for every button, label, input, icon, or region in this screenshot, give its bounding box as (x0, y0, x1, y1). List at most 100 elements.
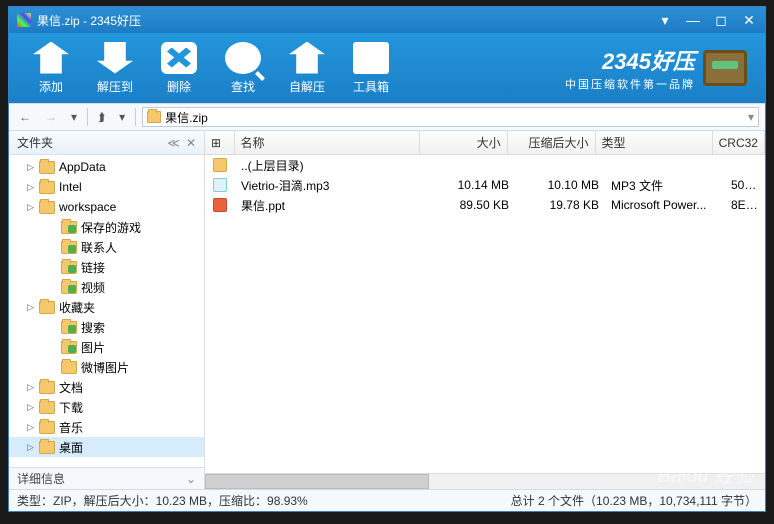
cell-name: ..(上层目录) (235, 157, 425, 174)
sidebar-footer[interactable]: 详细信息 ⌄ (9, 467, 204, 489)
folder-icon (39, 161, 55, 174)
address-text: 果信.zip (165, 109, 208, 126)
scrollbar-thumb[interactable] (205, 474, 429, 489)
cell-name: Vietrio-泪滴.mp3 (235, 177, 425, 194)
folder-icon (39, 401, 55, 414)
folder-icon (39, 181, 55, 194)
tree-item-label: 文档 (59, 379, 83, 396)
cell-packed: 19.78 KB (515, 198, 605, 212)
expand-icon[interactable]: ▷ (27, 442, 37, 453)
sidebar-footer-label: 详细信息 (17, 470, 65, 487)
brand-title: 2345好压 (565, 44, 695, 76)
col-icon[interactable]: ⊞ (205, 131, 235, 154)
col-size[interactable]: 大小 (420, 131, 508, 154)
extract-button[interactable]: 解压到 (83, 42, 147, 95)
file-row[interactable]: Vietrio-泪滴.mp3 10.14 MB 10.10 MB MP3 文件 … (205, 175, 765, 195)
expand-icon[interactable]: ▷ (27, 162, 37, 173)
search-button-icon (225, 42, 261, 74)
expand-icon[interactable]: ▷ (27, 402, 37, 413)
tree-item[interactable]: 保存的游戏 (9, 217, 204, 237)
add-button-label: 添加 (19, 78, 83, 95)
maximize-button[interactable]: ◻ (713, 12, 729, 29)
tree-item[interactable]: 链接 (9, 257, 204, 277)
col-type[interactable]: 类型 (596, 131, 713, 154)
nav-forward-button[interactable]: → (41, 108, 61, 126)
expand-icon[interactable]: ▷ (27, 202, 37, 213)
h-scrollbar[interactable] (205, 473, 765, 489)
file-row[interactable]: ..(上层目录) (205, 155, 765, 175)
folder-icon (61, 361, 77, 374)
cell-size: 10.14 MB (425, 178, 515, 192)
divider (135, 108, 136, 126)
expand-icon[interactable]: ▷ (27, 422, 37, 433)
file-pane: ⊞ 名称 大小 压缩后大小 类型 CRC32 ..(上层目录) Vietrio-… (205, 131, 765, 489)
add-button-icon (33, 42, 69, 74)
folder-icon (39, 201, 55, 214)
sidebar: 文件夹 ≪ ✕ ▷ AppData ▷Intel▷workspace保存的游戏联系人… (9, 131, 205, 489)
delete-button[interactable]: 删除 (147, 42, 211, 95)
search-button[interactable]: 查找 (211, 42, 275, 95)
sidebar-header: 文件夹 ≪ ✕ (9, 131, 204, 155)
tree-item[interactable]: ▷桌面 (9, 437, 204, 457)
tree-item[interactable]: ▷ 音乐 (9, 417, 204, 437)
nav-dropdown-button[interactable]: ▾ (67, 108, 81, 126)
tree-item[interactable]: ▷收藏夹 (9, 297, 204, 317)
minimize-button[interactable]: — (685, 12, 701, 29)
tree-item[interactable]: 联系人 (9, 237, 204, 257)
file-icon-cell (205, 178, 235, 192)
cell-crc: 8E09 (725, 198, 765, 212)
folder-icon (39, 301, 55, 314)
cell-packed: 10.10 MB (515, 178, 605, 192)
status-bar: 类型：ZIP，解压后大小：10.23 MB，压缩比：98.93% 总计 2 个文… (9, 489, 765, 511)
titlebar[interactable]: 果信.zip - 2345好压 ▾ — ◻ ✕ (9, 7, 765, 33)
tree-item[interactable]: ▷workspace (9, 197, 204, 217)
col-name[interactable]: 名称 (235, 131, 420, 154)
col-crc[interactable]: CRC32 (713, 131, 765, 154)
divider (87, 108, 88, 126)
address-dropdown-icon[interactable]: ▾ (748, 110, 754, 124)
pin-icon[interactable]: ≪ (167, 136, 180, 150)
folder-icon (61, 241, 77, 254)
file-icon-cell (205, 158, 235, 172)
close-button[interactable]: ✕ (741, 12, 757, 29)
navbar: ← → ▾ ⮭ ▾ 果信.zip ▾ (9, 103, 765, 131)
tree-item-label: 音乐 (59, 419, 83, 436)
col-packed[interactable]: 压缩后大小 (508, 131, 596, 154)
extract-button-icon (97, 42, 133, 74)
tree-item[interactable]: ▷Intel (9, 177, 204, 197)
folder-icon (61, 261, 77, 274)
brand: 2345好压 中国压缩软件第一品牌 (565, 44, 755, 92)
brand-sub: 中国压缩软件第一品牌 (565, 76, 695, 92)
toolbox-button[interactable]: 工具箱 (339, 42, 403, 95)
tree-item[interactable]: 微博图片 (9, 357, 204, 377)
brand-box-icon (703, 50, 747, 86)
tree-item[interactable]: ▷ AppData (9, 157, 204, 177)
tree-item[interactable]: 图片 (9, 337, 204, 357)
app-window: 果信.zip - 2345好压 ▾ — ◻ ✕ 添加解压到删除查找自解压工具箱 … (8, 6, 766, 512)
tree-item[interactable]: ▷下载 (9, 397, 204, 417)
expand-icon[interactable]: ▷ (27, 382, 37, 393)
dropdown-icon[interactable]: ▾ (657, 12, 673, 29)
expand-icon[interactable]: ▷ (27, 182, 37, 193)
tree-item[interactable]: 视频 (9, 277, 204, 297)
tree-item[interactable]: ▷ 文档 (9, 377, 204, 397)
mp3-icon (213, 178, 227, 192)
file-row[interactable]: 果信.ppt 89.50 KB 19.78 KB Microsoft Power… (205, 195, 765, 215)
cell-crc: 504C (725, 178, 765, 192)
nav-up-dropdown[interactable]: ▾ (115, 108, 129, 126)
delete-button-label: 删除 (147, 78, 211, 95)
tree-item-label: 图片 (81, 339, 105, 356)
tree-item[interactable]: 搜索 (9, 317, 204, 337)
expand-icon[interactable]: ▷ (27, 302, 37, 313)
add-button[interactable]: 添加 (19, 42, 83, 95)
nav-back-button[interactable]: ← (15, 108, 35, 126)
extract-button-label: 解压到 (83, 78, 147, 95)
tree-item-label: AppData (59, 160, 106, 174)
sfx-button[interactable]: 自解压 (275, 42, 339, 95)
close-panel-icon[interactable]: ✕ (186, 136, 196, 150)
nav-up-button[interactable]: ⮭ (94, 108, 109, 127)
file-list[interactable]: ..(上层目录) Vietrio-泪滴.mp3 10.14 MB 10.10 M… (205, 155, 765, 473)
address-bar[interactable]: 果信.zip ▾ (142, 107, 759, 127)
folder-tree[interactable]: ▷ AppData ▷Intel▷workspace保存的游戏联系人链接视频▷收藏夹… (9, 155, 204, 467)
status-right: 总计 2 个文件（10.23 MB，10,734,111 字节） (511, 492, 757, 509)
